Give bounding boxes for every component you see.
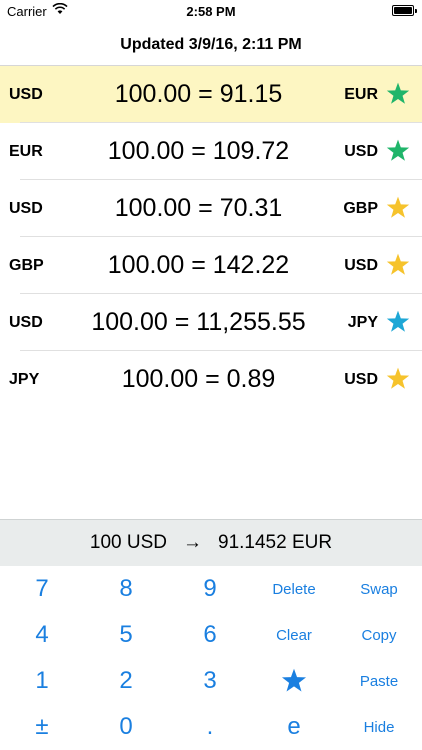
swap-button[interactable]: Swap bbox=[336, 566, 422, 612]
conversion-value: 100.00 = 91.15 bbox=[114, 80, 283, 108]
to-currency: USD bbox=[344, 370, 378, 388]
to-currency: EUR bbox=[344, 85, 378, 103]
updated-title: Updated 3/9/16, 2:11 PM bbox=[0, 24, 422, 66]
from-currency: USD bbox=[9, 199, 43, 217]
star-icon bbox=[281, 668, 307, 692]
rates-list: USD 100.00 = 91.15 EUR EUR 100.00 = 109.… bbox=[0, 66, 422, 408]
conversion-value: 100.00 = 11,255.55 bbox=[91, 308, 306, 336]
star-icon[interactable] bbox=[385, 309, 411, 335]
key-9[interactable]: 9 bbox=[168, 566, 252, 612]
key-3[interactable]: 3 bbox=[168, 658, 252, 704]
from-currency: EUR bbox=[9, 142, 43, 160]
from-currency: JPY bbox=[9, 370, 40, 388]
rate-row[interactable]: GBP 100.00 = 142.22 USD bbox=[0, 237, 422, 294]
conversion-value: 100.00 = 109.72 bbox=[107, 137, 290, 165]
clear-button[interactable]: Clear bbox=[252, 612, 336, 658]
arrow-icon: → bbox=[183, 532, 203, 553]
conversion-value: 100.00 = 0.89 bbox=[121, 365, 276, 393]
exponent-key[interactable]: e bbox=[252, 704, 336, 750]
to-currency: USD bbox=[344, 256, 378, 274]
delete-button[interactable]: Delete bbox=[252, 566, 336, 612]
to-currency: USD bbox=[344, 142, 378, 160]
rate-row[interactable]: USD 100.00 = 11,255.55 JPY bbox=[0, 294, 422, 351]
to-currency: JPY bbox=[347, 313, 378, 331]
plus-minus-key[interactable]: ± bbox=[0, 704, 84, 750]
key-4[interactable]: 4 bbox=[0, 612, 84, 658]
output-amount: 91.1452 EUR bbox=[218, 532, 333, 553]
key-1[interactable]: 1 bbox=[0, 658, 84, 704]
key-6[interactable]: 6 bbox=[168, 612, 252, 658]
favorite-star-button[interactable] bbox=[252, 658, 336, 704]
conversion-value: 100.00 = 142.22 bbox=[107, 251, 290, 279]
status-bar: Carrier 2:58 PM bbox=[0, 0, 422, 24]
star-icon[interactable] bbox=[385, 252, 411, 278]
rate-row[interactable]: USD 100.00 = 91.15 EUR bbox=[0, 66, 422, 123]
key-8[interactable]: 8 bbox=[84, 566, 168, 612]
key-0[interactable]: 0 bbox=[84, 704, 168, 750]
from-currency: GBP bbox=[9, 256, 44, 274]
star-icon[interactable] bbox=[385, 81, 411, 107]
input-amount: 100 USD bbox=[89, 532, 168, 553]
key-5[interactable]: 5 bbox=[84, 612, 168, 658]
keypad: 7 8 9 Delete Swap 4 5 6 Clear Copy 1 2 3… bbox=[0, 566, 422, 750]
key-7[interactable]: 7 bbox=[0, 566, 84, 612]
star-icon[interactable] bbox=[385, 195, 411, 221]
from-currency: USD bbox=[9, 85, 43, 103]
battery-icon bbox=[392, 5, 417, 16]
rate-row[interactable]: EUR 100.00 = 109.72 USD bbox=[0, 123, 422, 180]
copy-button[interactable]: Copy bbox=[336, 612, 422, 658]
conversion-result-bar: 100 USD → 91.1452 EUR bbox=[0, 519, 422, 566]
to-currency: GBP bbox=[343, 199, 378, 217]
decimal-key[interactable]: . bbox=[168, 704, 252, 750]
from-currency: USD bbox=[9, 313, 43, 331]
rate-row[interactable]: JPY 100.00 = 0.89 USD bbox=[0, 351, 422, 408]
hide-button[interactable]: Hide bbox=[336, 704, 422, 750]
conversion-value: 100.00 = 70.31 bbox=[114, 194, 283, 222]
rate-row[interactable]: USD 100.00 = 70.31 GBP bbox=[0, 180, 422, 237]
star-icon[interactable] bbox=[385, 366, 411, 392]
paste-button[interactable]: Paste bbox=[336, 658, 422, 704]
star-icon[interactable] bbox=[385, 138, 411, 164]
key-2[interactable]: 2 bbox=[84, 658, 168, 704]
clock-time: 2:58 PM bbox=[186, 4, 236, 19]
